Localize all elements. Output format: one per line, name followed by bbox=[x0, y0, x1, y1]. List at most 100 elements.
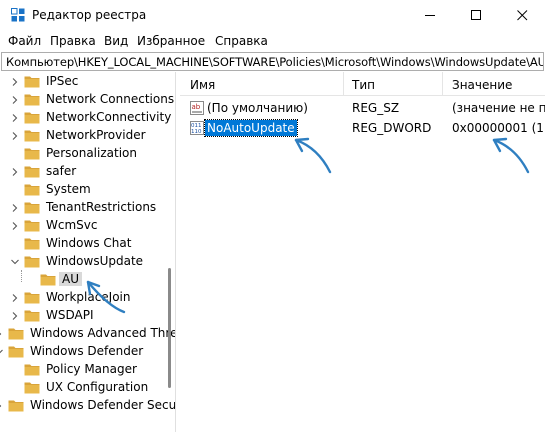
tree-node[interactable]: TenantRestrictions bbox=[0, 199, 175, 217]
tree-node[interactable]: Windows Defender bbox=[0, 343, 175, 361]
tree-node-label: Windows Defender bbox=[30, 344, 144, 358]
column-header-value[interactable]: Значение bbox=[452, 78, 512, 92]
tree-node[interactable]: System bbox=[0, 181, 175, 199]
chevron-right-icon[interactable] bbox=[10, 95, 20, 105]
menu-bar: Файл Правка Вид Избранное Справка bbox=[0, 31, 545, 51]
dword-value-icon: 011 110 bbox=[190, 121, 204, 135]
values-list-pane[interactable]: Имя Тип Значение ab (По умолчанию) REG_S… bbox=[180, 72, 545, 432]
folder-icon bbox=[8, 328, 24, 340]
chevron-down-icon[interactable] bbox=[10, 257, 20, 267]
tree-node[interactable]: Windows Defender Security Center bbox=[0, 397, 176, 415]
string-value-icon: ab bbox=[190, 101, 204, 115]
svg-text:ab: ab bbox=[192, 103, 201, 111]
tree-node-label: IPSec bbox=[46, 74, 79, 88]
tree-node[interactable]: WorkplaceJoin bbox=[0, 289, 175, 307]
folder-icon bbox=[24, 130, 40, 142]
value-data: (значение не присвоено) bbox=[452, 101, 545, 115]
tree-node[interactable]: UX Configuration bbox=[0, 379, 175, 397]
minimize-button[interactable] bbox=[408, 0, 454, 31]
chevron-right-icon[interactable] bbox=[10, 203, 20, 213]
chevron-right-icon[interactable] bbox=[10, 293, 20, 303]
value-data: 0x00000001 (1) bbox=[452, 121, 545, 135]
chevron-right-icon[interactable] bbox=[0, 401, 4, 411]
folder-open-icon bbox=[40, 274, 56, 286]
tree-node-label: TenantRestrictions bbox=[46, 200, 157, 214]
folder-icon bbox=[24, 166, 40, 178]
tree-node-label: WSDAPI bbox=[46, 308, 94, 322]
svg-text:110: 110 bbox=[191, 129, 202, 135]
title-bar: Редактор реестра bbox=[0, 0, 545, 31]
folder-icon bbox=[24, 238, 40, 250]
folder-icon bbox=[24, 256, 40, 268]
tree-node-label: Windows Advanced Threat Protection bbox=[30, 326, 175, 340]
chevron-right-icon[interactable] bbox=[10, 77, 20, 87]
tree-node-label: Policy Manager bbox=[46, 362, 137, 376]
tree-node-label: Windows Defender Security Center bbox=[30, 398, 176, 412]
folder-icon bbox=[24, 292, 40, 304]
tree-node[interactable]: Windows Chat bbox=[0, 235, 175, 253]
tree-connector-line bbox=[21, 270, 22, 282]
close-icon bbox=[517, 10, 528, 21]
column-header-name[interactable]: Имя bbox=[190, 78, 215, 92]
chevron-right-icon[interactable] bbox=[0, 329, 4, 339]
tree-node[interactable]: Network Connections bbox=[0, 91, 175, 109]
key-tree-pane[interactable]: Windows Defender Security Center UX Confi… bbox=[0, 72, 176, 432]
folder-icon bbox=[24, 202, 40, 214]
maximize-icon bbox=[471, 10, 481, 20]
folder-icon bbox=[24, 184, 40, 196]
chevron-right-icon[interactable] bbox=[10, 167, 20, 177]
address-path: Компьютер\HKEY_LOCAL_MACHINE\SOFTWARE\Po… bbox=[6, 55, 544, 69]
folder-icon bbox=[24, 148, 40, 160]
tree-node[interactable]: Policy Manager bbox=[0, 361, 175, 379]
column-header-type[interactable]: Тип bbox=[352, 78, 375, 92]
tree-node-label: Personalization bbox=[46, 146, 137, 160]
tree-node[interactable]: WSDAPI bbox=[0, 307, 175, 325]
chevron-right-icon[interactable] bbox=[10, 311, 20, 321]
tree-node[interactable]: safer bbox=[0, 163, 175, 181]
folder-icon bbox=[24, 94, 40, 106]
chevron-down-icon[interactable] bbox=[0, 347, 4, 357]
folder-icon bbox=[8, 400, 24, 412]
tree-node[interactable]: Windows Advanced Threat Protection bbox=[0, 325, 175, 343]
tree-node[interactable]: NetworkProvider bbox=[0, 127, 175, 145]
chevron-right-icon[interactable] bbox=[10, 131, 20, 141]
tree-node[interactable]: IPSec bbox=[0, 73, 175, 91]
folder-icon bbox=[24, 220, 40, 232]
tree-node-label: WcmSvc bbox=[46, 218, 98, 232]
tree-node[interactable]: Personalization bbox=[0, 145, 175, 163]
menu-favorites[interactable]: Избранное bbox=[137, 34, 205, 48]
minimize-icon bbox=[425, 15, 435, 16]
menu-edit[interactable]: Правка bbox=[50, 34, 96, 48]
column-separator[interactable] bbox=[343, 72, 344, 96]
value-type: REG_SZ bbox=[352, 101, 400, 115]
folder-icon bbox=[24, 364, 40, 376]
tree-node-label: NetworkProvider bbox=[46, 128, 146, 142]
close-button[interactable] bbox=[500, 0, 545, 31]
menu-help[interactable]: Справка bbox=[215, 34, 268, 48]
chevron-right-icon[interactable] bbox=[10, 113, 20, 123]
menu-view[interactable]: Вид bbox=[104, 34, 128, 48]
tree-node-label: NetworkConnectivity bbox=[46, 110, 172, 124]
tree-node[interactable]: AU bbox=[0, 271, 175, 289]
maximize-button[interactable] bbox=[454, 0, 500, 31]
column-separator[interactable] bbox=[442, 72, 443, 96]
tree-node[interactable]: NetworkConnectivity bbox=[0, 109, 175, 127]
tree-scrollbar-thumb[interactable] bbox=[168, 268, 171, 388]
tree-node-label: Network Connections bbox=[46, 92, 175, 106]
value-type: REG_DWORD bbox=[352, 121, 432, 135]
folder-icon bbox=[24, 112, 40, 124]
tree-node-label: UX Configuration bbox=[46, 380, 149, 394]
value-name-selected[interactable]: NoAutoUpdate bbox=[204, 119, 298, 137]
tree-node[interactable]: WindowsUpdate bbox=[0, 253, 175, 271]
menu-file[interactable]: Файл bbox=[8, 34, 41, 48]
tree-node[interactable]: WcmSvc bbox=[0, 217, 175, 235]
value-row-default[interactable]: ab (По умолчанию) REG_SZ (значение не пр… bbox=[180, 98, 545, 118]
registry-editor-app-icon bbox=[11, 8, 25, 22]
chevron-right-icon[interactable] bbox=[10, 221, 20, 231]
tree-node-label: Windows Chat bbox=[46, 236, 132, 250]
folder-icon bbox=[24, 382, 40, 394]
value-row-noautoupdate[interactable]: 011 110 NoAutoUpdate REG_DWORD 0x0000000… bbox=[180, 118, 545, 138]
tree-node-label: WindowsUpdate bbox=[46, 254, 144, 268]
address-bar[interactable]: Компьютер\HKEY_LOCAL_MACHINE\SOFTWARE\Po… bbox=[1, 52, 544, 71]
tree-node-label: AU bbox=[59, 272, 82, 286]
